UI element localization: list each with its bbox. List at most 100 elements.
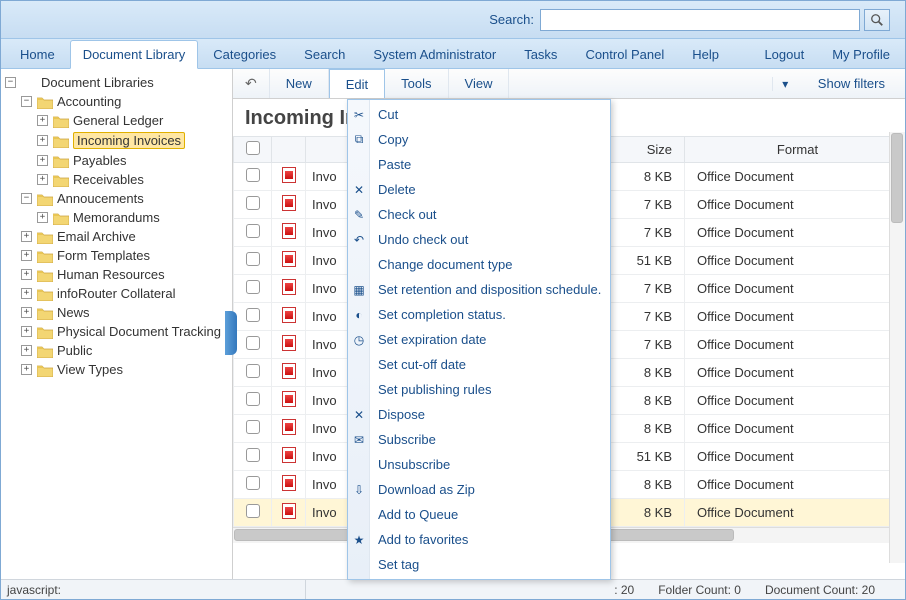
tree-label: Form Templates <box>57 248 150 263</box>
toolbar-view[interactable]: View <box>449 69 510 98</box>
tree-node-memorandums[interactable]: +Memorandums <box>1 208 232 227</box>
nav-tab-search[interactable]: Search <box>291 40 358 68</box>
menu-item-download-as-zip[interactable]: ⇩Download as Zip <box>348 477 610 502</box>
menu-item-paste[interactable]: Paste <box>348 152 610 177</box>
menu-item-add-to-favorites[interactable]: ★Add to favorites <box>348 527 610 552</box>
toolbar-dropdown-toggle[interactable]: ▾ <box>772 77 798 91</box>
header-checkbox[interactable] <box>234 137 272 163</box>
menu-item-change-document-type[interactable]: Change document type <box>348 252 610 277</box>
tree-node-general-ledger[interactable]: + General Ledger <box>1 111 232 130</box>
tree-toggle-icon[interactable]: + <box>37 155 48 166</box>
row-checkbox[interactable] <box>246 196 260 210</box>
tree-toggle-icon[interactable]: − <box>5 77 16 88</box>
tree-node-receivables[interactable]: +Receivables <box>1 170 232 189</box>
row-checkbox[interactable] <box>246 224 260 238</box>
nav-tab-categories[interactable]: Categories <box>200 40 289 68</box>
row-checkbox[interactable] <box>246 392 260 406</box>
tree-node-accounting[interactable]: −Accounting <box>1 92 232 111</box>
menu-item-set-tag[interactable]: Set tag <box>348 552 610 577</box>
tree-node-incoming-invoices[interactable]: +Incoming Invoices <box>1 130 232 151</box>
tree-node-view-types[interactable]: +View Types <box>1 360 232 379</box>
row-checkbox[interactable] <box>246 476 260 490</box>
row-format: Office Document <box>685 219 905 247</box>
nav-tab-logout[interactable]: Logout <box>751 40 817 68</box>
tree-toggle-icon[interactable]: + <box>21 345 32 356</box>
nav-tab-my-profile[interactable]: My Profile <box>819 40 903 68</box>
row-checkbox[interactable] <box>246 168 260 182</box>
sidebar-resize-handle[interactable] <box>225 311 237 355</box>
row-checkbox[interactable] <box>246 504 260 518</box>
nav-tab-control-panel[interactable]: Control Panel <box>572 40 677 68</box>
tree-toggle-icon[interactable]: − <box>21 96 32 107</box>
row-checkbox[interactable] <box>246 280 260 294</box>
row-checkbox[interactable] <box>246 448 260 462</box>
tree-toggle-icon[interactable]: + <box>21 288 32 299</box>
tree-toggle-icon[interactable]: + <box>21 250 32 261</box>
menu-item-subscribe[interactable]: ✉Subscribe <box>348 427 610 452</box>
toolbar-new[interactable]: New <box>270 69 329 98</box>
menu-item-set-cut-off-date[interactable]: Set cut-off date <box>348 352 610 377</box>
search-input[interactable] <box>540 9 860 31</box>
row-checkbox[interactable] <box>246 420 260 434</box>
row-checkbox[interactable] <box>246 252 260 266</box>
tree-root[interactable]: −Document Libraries <box>1 73 232 92</box>
menu-label: Cut <box>378 107 398 122</box>
show-filters-button[interactable]: Show filters <box>798 70 905 97</box>
tree-node-public[interactable]: +Public <box>1 341 232 360</box>
menu-label: Change document type <box>378 257 512 272</box>
menu-item-delete[interactable]: ✕Delete <box>348 177 610 202</box>
row-format: Office Document <box>685 247 905 275</box>
nav-tab-tasks[interactable]: Tasks <box>511 40 570 68</box>
tree-toggle-icon[interactable]: − <box>21 193 32 204</box>
menu-label: Set cut-off date <box>378 357 466 372</box>
tree-toggle-icon[interactable]: + <box>37 135 48 146</box>
tree-toggle-icon[interactable]: + <box>37 212 48 223</box>
row-format: Office Document <box>685 415 905 443</box>
undo-icon: ↶ <box>351 232 367 248</box>
toolbar-edit[interactable]: Edit <box>329 69 385 98</box>
tree-node-form-templates[interactable]: + Form Templates <box>1 246 232 265</box>
nav-tab-help[interactable]: Help <box>679 40 732 68</box>
tree-node-human-resources[interactable]: +Human Resources <box>1 265 232 284</box>
status-document-count: Document Count: 20 <box>765 583 875 597</box>
menu-item-set-completion-status[interactable]: ◐Set completion status. <box>348 302 610 327</box>
tree-node-physical-document-tracking[interactable]: +Physical Document Tracking <box>1 322 232 341</box>
header-format[interactable]: Format <box>685 137 905 163</box>
tree-toggle-icon[interactable]: + <box>21 231 32 242</box>
row-format: Office Document <box>685 275 905 303</box>
menu-item-copy[interactable]: ⧉Copy <box>348 127 610 152</box>
folder-icon <box>53 115 69 127</box>
menu-item-add-to-queue[interactable]: Add to Queue <box>348 502 610 527</box>
tree-node-annoucements[interactable]: −Annoucements <box>1 189 232 208</box>
nav-tab-document-library[interactable]: Document Library <box>70 40 199 69</box>
row-checkbox[interactable] <box>246 336 260 350</box>
row-checkbox[interactable] <box>246 308 260 322</box>
tree-toggle-icon[interactable]: + <box>21 326 32 337</box>
menu-item-dispose[interactable]: ✕Dispose <box>348 402 610 427</box>
menu-item-check-out[interactable]: ✎Check out <box>348 202 610 227</box>
menu-item-cut[interactable]: ✂Cut <box>348 102 610 127</box>
menu-item-set-publishing-rules[interactable]: Set publishing rules <box>348 377 610 402</box>
back-button[interactable]: ↶ <box>233 69 270 98</box>
tree-node-news[interactable]: +News <box>1 303 232 322</box>
tree-toggle-icon[interactable]: + <box>37 174 48 185</box>
menu-item-set-expiration-date[interactable]: ◷Set expiration date <box>348 327 610 352</box>
tree-toggle-icon[interactable]: + <box>21 269 32 280</box>
tree-label: General Ledger <box>73 113 163 128</box>
nav-tab-home[interactable]: Home <box>7 40 68 68</box>
vertical-scrollbar[interactable] <box>889 132 905 563</box>
tree-toggle-icon[interactable]: + <box>37 115 48 126</box>
tree-toggle-icon[interactable]: + <box>21 307 32 318</box>
nav-tab-system-administrator[interactable]: System Administrator <box>360 40 509 68</box>
tree-node-inforouter-collateral[interactable]: +infoRouter Collateral <box>1 284 232 303</box>
toolbar-tools[interactable]: Tools <box>385 69 448 98</box>
tree-node-email-archive[interactable]: +Email Archive <box>1 227 232 246</box>
tree-toggle-icon[interactable]: + <box>21 364 32 375</box>
pdf-icon <box>282 391 296 407</box>
menu-item-set-retention-and-disposition-schedule[interactable]: ▦Set retention and disposition schedule. <box>348 277 610 302</box>
menu-item-unsubscribe[interactable]: Unsubscribe <box>348 452 610 477</box>
row-checkbox[interactable] <box>246 364 260 378</box>
menu-item-undo-check-out[interactable]: ↶Undo check out <box>348 227 610 252</box>
search-button[interactable] <box>864 9 890 31</box>
tree-node-payables[interactable]: +Payables <box>1 151 232 170</box>
